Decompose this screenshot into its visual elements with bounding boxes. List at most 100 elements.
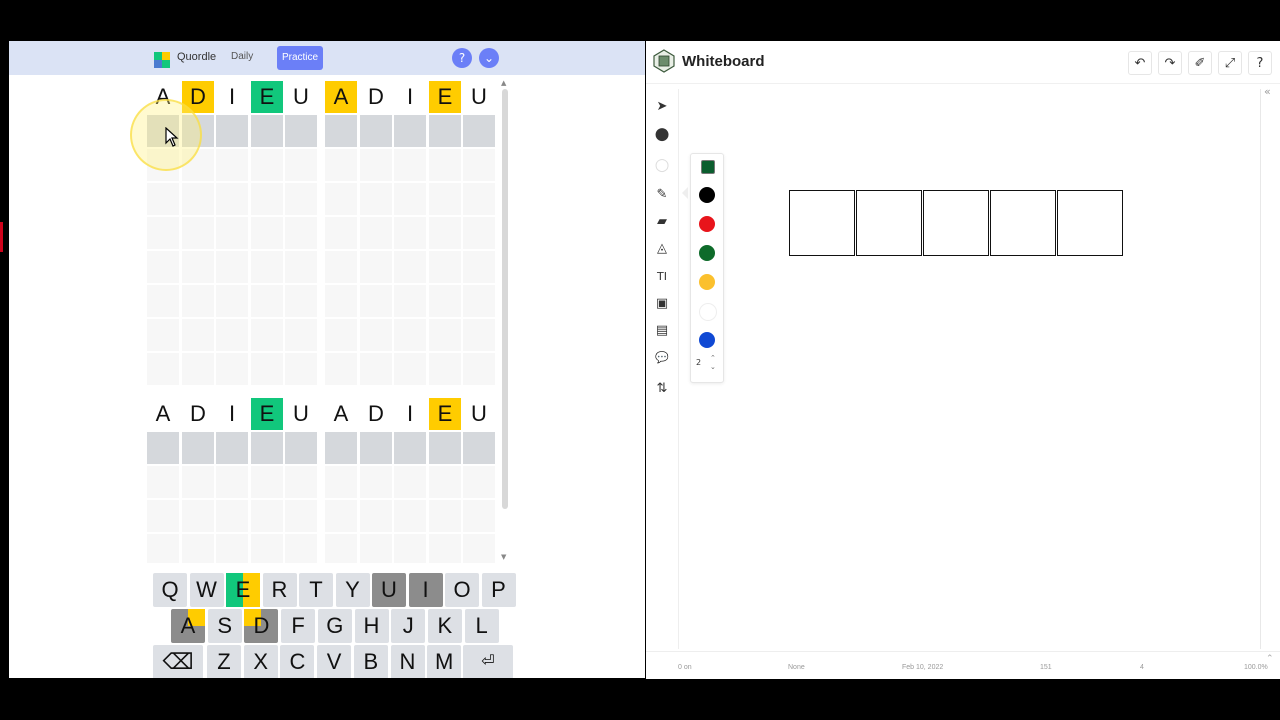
key-l[interactable]: L xyxy=(464,609,499,643)
chat-icon[interactable]: 💬 xyxy=(652,348,672,368)
board-cell xyxy=(463,353,495,385)
color-swatch[interactable] xyxy=(699,216,715,232)
whiteboard-toolbar: ➤ ● ○ ✎ ▰ ◬ TI ▣ ▤ 💬 ⇅ xyxy=(646,89,679,649)
key-r[interactable]: R xyxy=(262,573,297,607)
key-z[interactable]: Z xyxy=(207,645,241,678)
key-a[interactable]: A xyxy=(171,609,205,643)
key-w[interactable]: W xyxy=(189,573,224,607)
key-i[interactable]: I xyxy=(408,573,443,607)
stroke-size-value[interactable]: 2 xyxy=(696,358,701,367)
input-cell xyxy=(429,115,461,147)
guess-letter: D xyxy=(360,81,392,113)
key-label: S xyxy=(217,613,233,638)
board-cell xyxy=(182,319,214,351)
board-cell xyxy=(325,319,357,351)
key-label: W xyxy=(196,577,217,602)
color-swatch[interactable] xyxy=(699,187,715,203)
key-o[interactable]: O xyxy=(445,573,479,607)
key-y[interactable]: Y xyxy=(335,573,370,607)
key-e[interactable]: E xyxy=(226,573,260,607)
key-k[interactable]: K xyxy=(427,609,462,643)
guess-letter: I xyxy=(394,398,426,430)
fill-color-icon[interactable]: ● xyxy=(652,124,672,144)
key-q[interactable]: Q xyxy=(153,573,187,607)
document-icon[interactable]: ▤ xyxy=(652,321,672,341)
board-cell xyxy=(216,319,248,351)
guess-letter: I xyxy=(216,398,248,430)
key-g[interactable]: G xyxy=(317,609,352,643)
color-swatch[interactable] xyxy=(701,160,715,174)
redo-icon[interactable]: ↷ xyxy=(1158,51,1182,75)
board-cell xyxy=(463,183,495,215)
backspace-icon[interactable]: ⌫ xyxy=(153,645,203,678)
eraser-icon[interactable]: ▰ xyxy=(652,212,672,232)
board-cell xyxy=(360,183,392,215)
pencil-icon[interactable]: ✎ xyxy=(652,185,672,205)
collapse-icon[interactable]: « xyxy=(1264,85,1271,98)
shapes-icon[interactable]: ◬ xyxy=(652,239,672,259)
undo-icon[interactable]: ↶ xyxy=(1128,51,1152,75)
key-b[interactable]: B xyxy=(353,645,388,678)
board-cell xyxy=(429,217,461,249)
input-cell xyxy=(216,432,248,464)
board-cell xyxy=(360,251,392,283)
key-t[interactable]: T xyxy=(299,573,333,607)
boards-scrollbar[interactable]: ▲ ▼ xyxy=(500,79,510,563)
color-swatch[interactable] xyxy=(699,332,715,348)
key-v[interactable]: V xyxy=(317,645,352,678)
key-p[interactable]: P xyxy=(481,573,516,607)
key-label: C xyxy=(289,649,306,674)
color-swatch[interactable] xyxy=(699,303,717,321)
board-cell xyxy=(216,534,248,563)
drawn-box xyxy=(789,190,855,256)
key-u[interactable]: U xyxy=(372,573,406,607)
footer-text: 4 xyxy=(1140,664,1144,671)
board-cell xyxy=(325,500,357,532)
board-cell xyxy=(216,251,248,283)
guess-letter: U xyxy=(285,81,317,113)
quordle-header: Quordle Daily Practice ? ⌄ xyxy=(9,41,645,75)
enter-icon[interactable]: ⏎ xyxy=(463,645,513,678)
key-n[interactable]: N xyxy=(390,645,425,678)
tab-practice[interactable]: Practice xyxy=(277,46,323,70)
board-cell xyxy=(285,149,317,181)
stroke-size-stepper[interactable]: ⌃ ⌄ xyxy=(710,354,716,372)
key-x[interactable]: X xyxy=(243,645,278,678)
brush-icon[interactable]: ✐ xyxy=(1188,51,1212,75)
key-f[interactable]: F xyxy=(281,609,316,643)
footer-expand-icon[interactable]: ⌃ xyxy=(1266,654,1274,664)
whiteboard-canvas[interactable] xyxy=(678,89,1261,649)
drawn-box xyxy=(990,190,1056,256)
stroke-white-icon[interactable]: ○ xyxy=(652,155,672,175)
text-icon[interactable]: TI xyxy=(652,267,672,287)
color-swatch[interactable] xyxy=(699,274,715,290)
tab-daily[interactable]: Daily xyxy=(231,51,253,62)
key-j[interactable]: J xyxy=(391,609,426,643)
board-cell xyxy=(360,285,392,317)
board-cell xyxy=(182,183,214,215)
key-c[interactable]: C xyxy=(280,645,315,678)
help-icon[interactable]: ? xyxy=(452,48,472,68)
board-cell xyxy=(182,500,214,532)
board-cell xyxy=(216,183,248,215)
key-d[interactable]: D xyxy=(244,609,279,643)
key-label: T xyxy=(309,577,323,602)
footer-text: 100.0% xyxy=(1244,664,1268,671)
select-icon[interactable]: ➤ xyxy=(652,97,672,117)
board-cell xyxy=(216,149,248,181)
whiteboard-logo-icon xyxy=(653,49,675,73)
color-swatch[interactable] xyxy=(699,245,715,261)
chevron-down-icon[interactable]: ⌄ xyxy=(479,48,499,68)
help-icon[interactable]: ? xyxy=(1248,51,1272,75)
board-cell xyxy=(325,466,357,498)
image-icon[interactable]: ▣ xyxy=(652,294,672,314)
key-h[interactable]: H xyxy=(354,609,389,643)
fullscreen-icon[interactable]: ⤢ xyxy=(1218,51,1242,75)
board-cell xyxy=(394,319,426,351)
sort-icon[interactable]: ⇅ xyxy=(652,379,672,399)
board-cell xyxy=(394,251,426,283)
board-cell xyxy=(360,534,392,563)
key-m[interactable]: M xyxy=(427,645,462,678)
key-s[interactable]: S xyxy=(207,609,242,643)
red-marker xyxy=(0,222,3,252)
